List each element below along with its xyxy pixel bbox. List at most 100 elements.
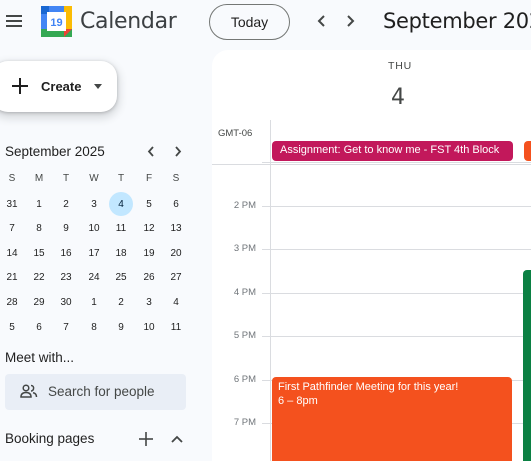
logo-day-number: 19 (50, 17, 62, 29)
hour-label: 2 PM (233, 199, 256, 211)
mini-calendar-day[interactable]: 6 (27, 315, 51, 339)
plus-icon (12, 78, 28, 94)
search-people-input[interactable]: Search for people (5, 374, 186, 410)
day-of-week-header: M (34, 172, 44, 184)
previous-day-button[interactable] (311, 10, 333, 32)
timed-event[interactable]: First Pathfinder Meeting for this year! … (272, 377, 512, 461)
mini-calendar-day[interactable]: 10 (137, 315, 161, 339)
mini-calendar-day[interactable]: 12 (137, 217, 161, 241)
booking-pages-heading: Booking pages (5, 431, 95, 446)
day-of-week-header: T (62, 172, 70, 184)
mini-calendar-day[interactable]: 1 (27, 192, 51, 216)
hour-gridline (262, 162, 531, 163)
collapse-booking-pages-button[interactable] (168, 430, 185, 447)
mini-calendar-day[interactable]: 5 (137, 192, 161, 216)
mini-calendar-day[interactable]: 2 (109, 290, 133, 314)
mini-calendar-day[interactable]: 5 (0, 315, 24, 339)
mini-calendar-day[interactable]: 13 (164, 217, 188, 241)
mini-calendar-day[interactable]: 15 (27, 241, 51, 265)
people-icon (20, 384, 38, 398)
hour-label: 7 PM (233, 417, 256, 428)
mini-calendar-day[interactable]: 16 (54, 241, 78, 265)
time-column-divider (270, 120, 271, 461)
mini-calendar-day[interactable]: 18 (109, 241, 133, 265)
mini-calendar-day[interactable]: 9 (109, 315, 133, 339)
hamburger-menu-icon (6, 15, 22, 27)
mini-calendar-day[interactable]: 17 (82, 241, 106, 265)
create-button[interactable]: Create (0, 61, 117, 112)
mini-calendar-day[interactable]: 31 (0, 192, 24, 216)
mini-calendar-day[interactable]: 22 (27, 266, 51, 290)
mini-calendar-day[interactable]: 14 (0, 241, 24, 265)
current-period-title: September 2025 (383, 9, 531, 33)
mini-calendar-day[interactable]: 28 (0, 290, 24, 314)
day-of-week-header: F (145, 172, 153, 184)
meet-with-heading: Meet with... (5, 350, 75, 365)
mini-calendar-day[interactable]: 3 (137, 290, 161, 314)
chevron-up-icon (170, 435, 183, 443)
hour-label: 5 PM (233, 330, 256, 341)
mini-calendar-day[interactable]: 11 (164, 315, 188, 339)
day-of-week-header: T (117, 172, 125, 184)
mini-calendar-day[interactable]: 27 (164, 266, 188, 290)
all-day-event[interactable] (524, 141, 531, 161)
day-of-week-header: S (172, 172, 180, 184)
mini-calendar-day[interactable]: 26 (137, 266, 161, 290)
chevron-right-icon (347, 15, 355, 27)
mini-calendar-title: September 2025 (5, 144, 105, 159)
main-menu-button[interactable] (4, 11, 24, 31)
day-number-button[interactable]: 4 (391, 85, 405, 110)
hour-gridline (262, 336, 531, 337)
chevron-left-icon (317, 15, 325, 27)
mini-calendar-day[interactable]: 24 (82, 266, 106, 290)
mini-calendar-day[interactable]: 30 (54, 290, 78, 314)
mini-calendar-day[interactable]: 25 (109, 266, 133, 290)
hour-gridline (262, 205, 531, 207)
all-day-divider (212, 164, 531, 165)
all-day-event[interactable]: Assignment: Get to know me - FST 4th Blo… (272, 141, 513, 161)
mini-calendar-day[interactable]: 10 (82, 217, 106, 241)
mini-calendar-day[interactable]: 7 (54, 315, 78, 339)
add-booking-page-button[interactable] (137, 430, 154, 447)
search-people-placeholder: Search for people (48, 384, 155, 399)
mini-calendar-day[interactable]: 4 (164, 290, 188, 314)
caret-down-icon (94, 84, 102, 89)
next-day-button[interactable] (339, 10, 361, 32)
day-of-week-header: S (8, 172, 16, 184)
today-button[interactable]: Today (209, 4, 290, 40)
mini-calendar-day[interactable]: 19 (137, 241, 161, 265)
plus-icon (138, 431, 153, 446)
mini-calendar-day[interactable]: 21 (0, 266, 24, 290)
calendar-logo-icon[interactable]: 19 (41, 6, 72, 37)
mini-calendar-day[interactable]: 3 (82, 192, 106, 216)
day-of-week-label: THU (388, 60, 412, 72)
timezone-label: GMT-06 (218, 128, 253, 139)
mini-calendar-day[interactable]: 23 (54, 266, 78, 290)
timed-event[interactable] (523, 270, 531, 461)
mini-calendar-day[interactable]: 8 (27, 217, 51, 241)
chevron-left-icon (147, 145, 154, 157)
mini-calendar-day[interactable]: 4 (109, 192, 133, 216)
mini-calendar-next-button[interactable] (170, 143, 186, 159)
mini-calendar-day[interactable]: 20 (164, 241, 188, 265)
hour-gridline (262, 249, 531, 250)
hour-label: 6 PM (233, 373, 256, 385)
event-time: 6 – 8pm (278, 395, 318, 407)
mini-calendar-day[interactable]: 29 (27, 290, 51, 314)
app-title: Calendar (80, 9, 177, 34)
mini-calendar-day[interactable]: 2 (54, 192, 78, 216)
hour-label: 3 PM (233, 243, 256, 254)
mini-calendar-day[interactable]: 6 (164, 192, 188, 216)
mini-calendar-day[interactable]: 8 (82, 315, 106, 339)
mini-calendar-day[interactable]: 1 (82, 290, 106, 314)
hour-label: 4 PM (233, 286, 256, 298)
top-bar: 19 Calendar Today September 2025 (0, 0, 531, 46)
day-of-week-header: W (89, 172, 99, 184)
mini-calendar-day[interactable]: 11 (109, 217, 133, 241)
mini-calendar-prev-button[interactable] (143, 143, 159, 159)
create-button-label: Create (41, 79, 82, 94)
event-title: First Pathfinder Meeting for this year! (278, 381, 459, 393)
chevron-right-icon (175, 145, 182, 157)
mini-calendar-day[interactable]: 7 (0, 217, 24, 241)
mini-calendar-day[interactable]: 9 (54, 217, 78, 241)
